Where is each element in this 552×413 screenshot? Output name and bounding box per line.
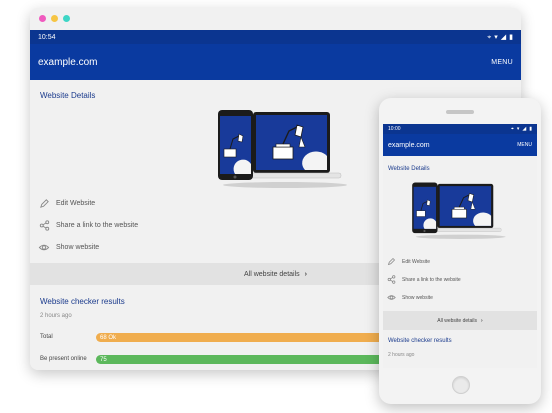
phone-edit-website-action[interactable]: Edit Website: [387, 257, 430, 266]
phone-show-website-action[interactable]: Show website: [387, 293, 433, 302]
status-bar: 10:54 ⌖ ▾ ◢ ▮: [30, 30, 521, 44]
checker-results-title: Website checker results: [40, 297, 125, 306]
result-value-total: 68 Ok: [100, 334, 117, 341]
phone-share-link-label: Share a link to the website: [402, 276, 461, 283]
show-website-label: Show website: [56, 243, 100, 251]
chevron-right-icon: ›: [481, 317, 483, 324]
share-link-label: Share a link to the website: [56, 221, 139, 229]
phone-frame: 10:00 ⌖ ▾ ◢ ▮ example.com MENU Website D…: [379, 98, 541, 404]
phone-all-website-details-label: All website details: [437, 317, 478, 324]
chevron-right-icon: ›: [304, 270, 307, 278]
window-chrome: [30, 8, 521, 30]
result-label-present-online: Be present online: [40, 356, 87, 362]
devices-illustration: [218, 110, 347, 188]
all-website-details-label: All website details: [244, 270, 300, 278]
result-bar-present-online: 75: [96, 355, 396, 364]
edit-website-action[interactable]: Edit Website: [38, 197, 95, 209]
location-icon: ⌖: [487, 33, 492, 41]
app-title: example.com: [38, 56, 98, 68]
phone-checked-time: 2 hours ago: [388, 352, 415, 358]
phone-checker-results-title: Website checker results: [388, 338, 452, 344]
website-details-title: Website Details: [40, 91, 96, 100]
share-icon: [38, 219, 50, 231]
pencil-icon: [38, 197, 50, 209]
show-website-action[interactable]: Show website: [38, 241, 99, 253]
phone-status-time: 10:00: [388, 126, 401, 132]
wifi-icon: ▾: [494, 33, 498, 41]
result-value-present-online: 75: [100, 356, 107, 363]
phone-website-details-title: Website Details: [388, 166, 430, 172]
share-icon: [387, 275, 396, 284]
phone-screen: 10:00 ⌖ ▾ ◢ ▮ example.com MENU Website D…: [383, 124, 537, 368]
menu-button[interactable]: MENU: [491, 59, 513, 66]
phone-all-website-details-button[interactable]: All website details ›: [383, 311, 537, 330]
close-window-dot[interactable]: [39, 15, 46, 22]
phone-devices-illustration: [412, 182, 506, 239]
edit-website-label: Edit Website: [56, 199, 96, 207]
phone-menu-button[interactable]: MENU: [517, 142, 532, 148]
share-link-action[interactable]: Share a link to the website: [38, 219, 138, 231]
phone-app-bar: example.com MENU: [383, 134, 537, 156]
phone-share-link-action[interactable]: Share a link to the website: [387, 275, 461, 284]
status-time: 10:54: [38, 33, 56, 41]
eye-icon: [38, 241, 50, 253]
battery-icon: ▮: [529, 125, 532, 132]
signal-icon: ◢: [522, 125, 527, 132]
pencil-icon: [387, 257, 396, 266]
phone-status-bar: 10:00 ⌖ ▾ ◢ ▮: [383, 124, 537, 134]
signal-icon: ◢: [500, 33, 507, 41]
app-bar: example.com MENU: [30, 44, 521, 80]
minimize-window-dot[interactable]: [51, 15, 58, 22]
result-bar-total: 68 Ok: [96, 333, 396, 342]
eye-icon: [387, 293, 396, 302]
battery-icon: ▮: [509, 33, 513, 41]
wifi-icon: ▾: [516, 125, 520, 132]
phone-show-website-label: Show website: [402, 294, 433, 301]
phone-speaker: [446, 110, 474, 114]
checked-time: 2 hours ago: [40, 313, 72, 319]
maximize-window-dot[interactable]: [63, 15, 70, 22]
location-icon: ⌖: [511, 125, 514, 132]
phone-edit-website-label: Edit Website: [402, 258, 430, 265]
result-label-total: Total: [40, 334, 53, 340]
phone-app-title: example.com: [388, 141, 430, 149]
home-button[interactable]: [452, 376, 470, 394]
